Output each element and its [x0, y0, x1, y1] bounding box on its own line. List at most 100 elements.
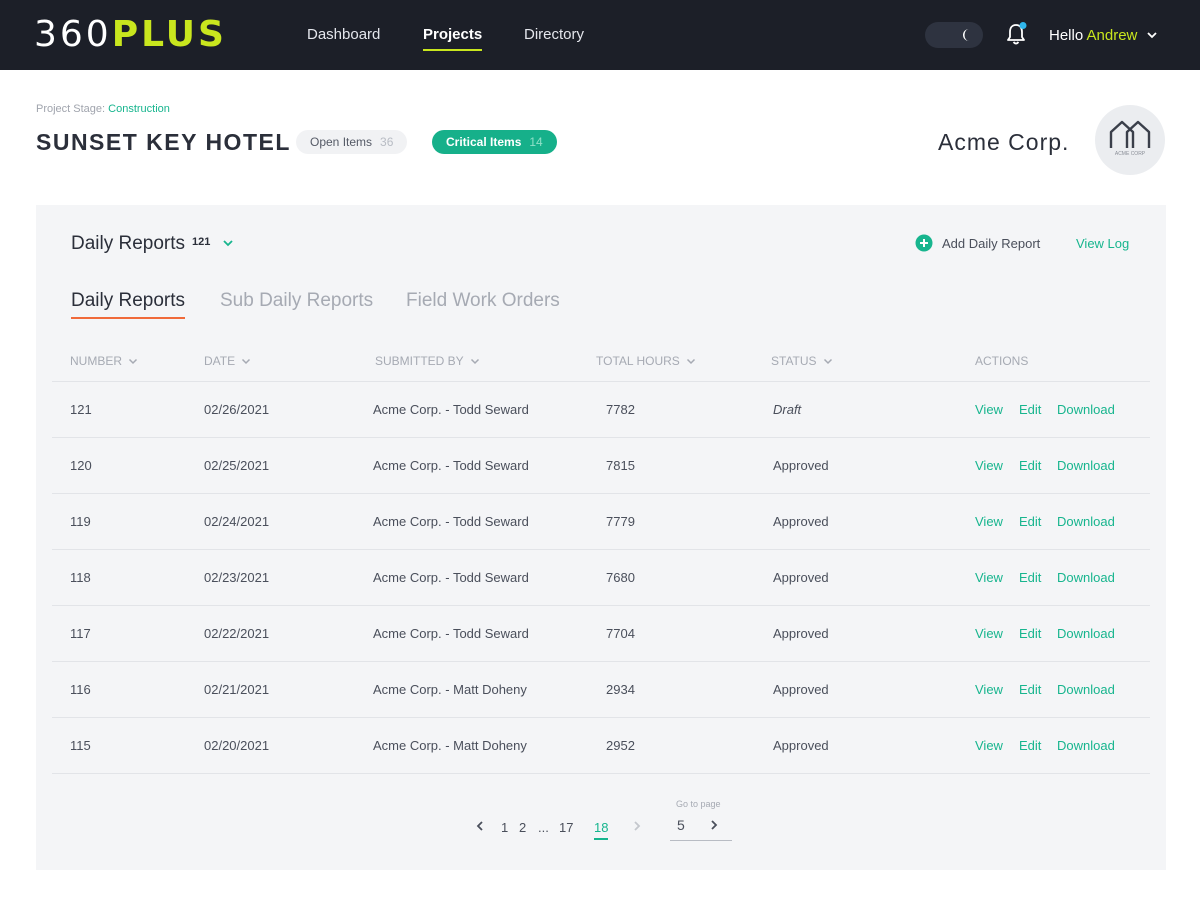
logo-text-plus: PLUS [111, 14, 227, 55]
page-2[interactable]: 2 [519, 820, 526, 836]
cell-status: Approved [773, 626, 829, 641]
company-avatar[interactable]: ACME CORP [1095, 105, 1165, 175]
sort-chevron-icon [823, 358, 832, 365]
edit-link[interactable]: Edit [1019, 402, 1041, 418]
cell-submitted-by: Acme Corp. - Matt Doheny [373, 738, 527, 753]
cell-number: 115 [70, 738, 91, 753]
bell-icon[interactable] [1004, 21, 1028, 47]
tab-field-work-orders[interactable]: Field Work Orders [406, 289, 560, 313]
edit-link[interactable]: Edit [1019, 570, 1041, 586]
download-link[interactable]: Download [1057, 514, 1115, 530]
column-header-date[interactable]: DATE [204, 354, 252, 368]
cell-number: 116 [70, 682, 91, 697]
download-link[interactable]: Download [1057, 402, 1115, 418]
app-logo[interactable]: 360PLUS [34, 14, 227, 56]
table-row: 117 02/22/2021 Acme Corp. - Todd Seward … [52, 606, 1150, 662]
column-header-number-label: NUMBER [70, 354, 123, 368]
view-link[interactable]: View [975, 458, 1003, 474]
section-count: 121 [192, 236, 211, 248]
view-link[interactable]: View [975, 402, 1003, 418]
open-items-label: Open Items [310, 135, 373, 149]
column-header-status-label: STATUS [771, 354, 817, 368]
edit-link[interactable]: Edit [1019, 738, 1041, 754]
cell-number: 120 [70, 458, 92, 473]
cell-status: Approved [773, 570, 829, 585]
cell-date: 02/23/2021 [204, 570, 270, 585]
column-header-submitted-by[interactable]: SUBMITTED BY [375, 354, 481, 368]
sort-chevron-icon [128, 358, 138, 365]
page-17[interactable]: 17 [559, 820, 573, 836]
chevron-right-icon[interactable] [707, 818, 721, 832]
daily-reports-panel: Daily Reports 121 Add Daily Report View … [36, 205, 1166, 870]
cell-total-hours: 7704 [606, 626, 635, 641]
table-row: 119 02/24/2021 Acme Corp. - Todd Seward … [52, 494, 1150, 550]
table-row: 118 02/23/2021 Acme Corp. - Todd Seward … [52, 550, 1150, 606]
edit-link[interactable]: Edit [1019, 682, 1041, 698]
view-link[interactable]: View [975, 738, 1003, 754]
open-items-badge[interactable]: Open Items 36 [296, 130, 408, 154]
column-header-total-hours[interactable]: TOTAL HOURS [596, 354, 697, 368]
download-link[interactable]: Download [1057, 682, 1115, 698]
column-header-date-label: DATE [204, 354, 236, 368]
page-title: SUNSET KEY HOTEL [36, 129, 291, 155]
view-link[interactable]: View [975, 514, 1003, 530]
column-header-actions: ACTIONS [975, 354, 1028, 368]
view-log-link[interactable]: View Log [1076, 236, 1129, 251]
chevron-left-icon[interactable] [473, 819, 487, 833]
download-link[interactable]: Download [1057, 570, 1115, 586]
column-header-actions-label: ACTIONS [975, 354, 1029, 368]
page-18-current[interactable]: 18 [594, 820, 609, 840]
cell-status: Approved [773, 458, 829, 473]
sort-chevron-icon [242, 358, 251, 365]
nav-link-dashboard[interactable]: Dashboard [307, 25, 380, 45]
open-items-count: 36 [380, 135, 394, 149]
chevron-down-icon[interactable] [1145, 28, 1159, 42]
download-link[interactable]: Download [1057, 626, 1115, 642]
cell-submitted-by: Acme Corp. - Todd Seward [373, 570, 529, 585]
edit-link[interactable]: Edit [1019, 458, 1041, 474]
page-1[interactable]: 1 [501, 820, 508, 836]
sort-chevron-icon [470, 358, 479, 365]
project-stage: Project Stage: Construction [36, 103, 170, 115]
add-daily-report-label: Add Daily Report [942, 235, 1041, 251]
avatar-caption: ACME CORP [1114, 151, 1146, 157]
cell-date: 02/22/2021 [204, 626, 270, 641]
sort-chevron-icon [686, 358, 695, 365]
column-header-number[interactable]: NUMBER [70, 354, 139, 368]
tab-daily-reports[interactable]: Daily Reports [71, 289, 186, 319]
download-link[interactable]: Download [1057, 458, 1115, 474]
critical-items-badge[interactable]: Critical Items 14 [432, 130, 557, 154]
table-row: 121 02/26/2021 Acme Corp. - Todd Seward … [52, 382, 1150, 438]
view-link[interactable]: View [975, 570, 1003, 586]
cell-total-hours: 2934 [606, 682, 635, 697]
plus-circle-icon [915, 234, 933, 252]
nav-link-directory[interactable]: Directory [524, 25, 584, 45]
cell-date: 02/24/2021 [204, 514, 270, 529]
cell-number: 121 [70, 402, 92, 417]
add-daily-report-button[interactable]: Add Daily Report [915, 233, 1040, 253]
column-header-total-hours-label: TOTAL HOURS [596, 354, 680, 368]
cell-submitted-by: Acme Corp. - Matt Doheny [373, 682, 527, 697]
cell-number: 118 [70, 570, 91, 585]
view-link[interactable]: View [975, 626, 1003, 642]
cell-submitted-by: Acme Corp. - Todd Seward [373, 514, 529, 529]
company-name: Acme Corp. [938, 129, 1070, 155]
chevron-right-icon[interactable] [630, 819, 644, 833]
column-header-status[interactable]: STATUS [771, 354, 834, 368]
nav-link-projects[interactable]: Projects [423, 25, 483, 51]
building-logo-icon [1109, 120, 1151, 148]
user-name: Andrew [1086, 27, 1138, 44]
edit-link[interactable]: Edit [1019, 514, 1041, 530]
edit-link[interactable]: Edit [1019, 626, 1041, 642]
cell-status: Approved [773, 682, 829, 697]
cell-submitted-by: Acme Corp. - Todd Seward [373, 402, 529, 417]
tab-sub-daily-reports[interactable]: Sub Daily Reports [220, 289, 373, 313]
view-link[interactable]: View [975, 682, 1003, 698]
download-link[interactable]: Download [1057, 738, 1115, 754]
user-greeting[interactable]: Hello Andrew [1049, 26, 1137, 46]
chevron-down-icon[interactable] [221, 236, 235, 250]
notification-dot [1019, 22, 1027, 29]
cell-date: 02/21/2021 [204, 682, 270, 697]
go-to-page-input[interactable]: 5 [670, 815, 732, 841]
theme-toggle[interactable] [925, 22, 983, 48]
